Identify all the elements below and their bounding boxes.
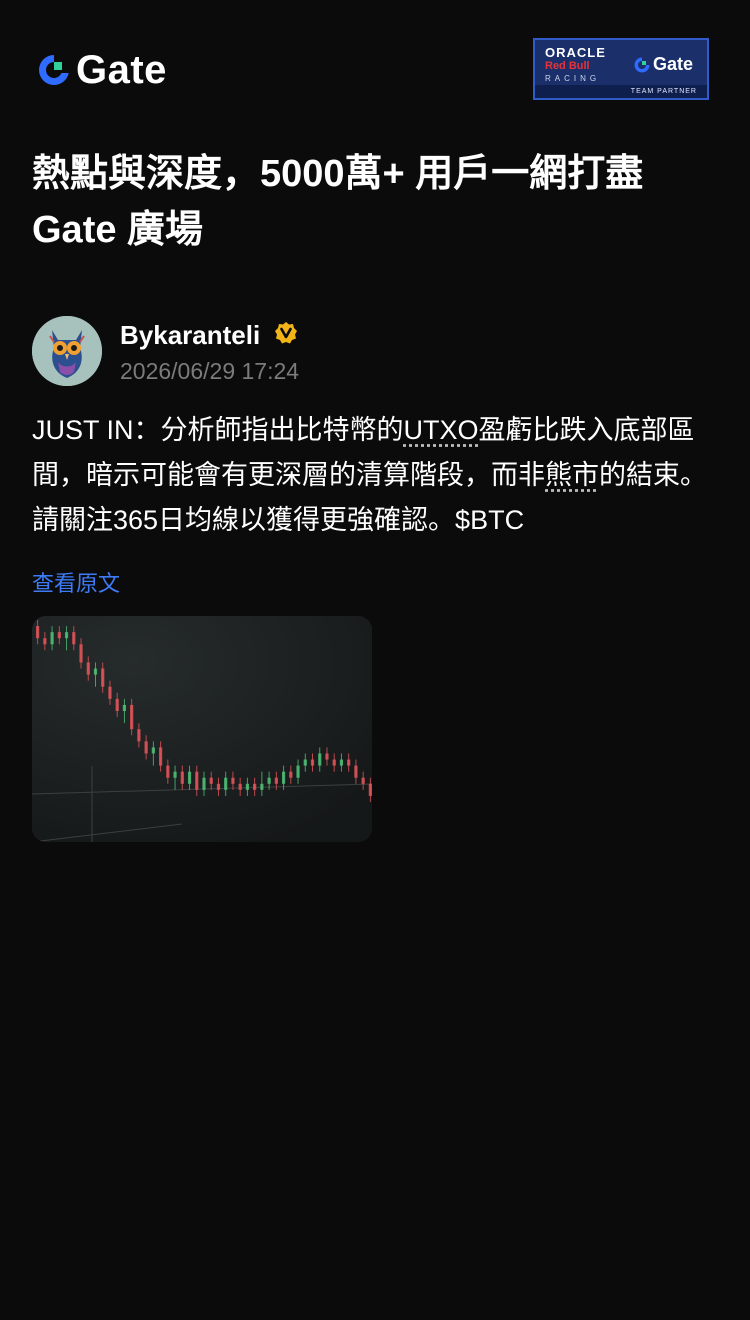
partner-line2: Red Bull [545, 60, 590, 72]
candle-body [253, 783, 257, 790]
headline-line2: Gate 廣場 [32, 209, 204, 251]
candle-body [86, 662, 90, 675]
chart-background [32, 616, 372, 842]
candle-body [202, 777, 206, 790]
page-headline: 熱點與深度，5000萬+ 用戶一網打盡 Gate 廣場 [32, 146, 722, 258]
owl-avatar-icon [32, 316, 102, 386]
partner-brand: Gate [653, 54, 694, 74]
candle-body [122, 704, 127, 711]
header: Gate ORACLE Red Bull RACING Gate TEAM PA… [0, 0, 750, 140]
post-content: JUST IN：分析師指出比特幣的UTXO盈虧比跌入底部區間，暗示可能會有更深層… [32, 408, 724, 543]
gate-mini-icon [634, 57, 650, 72]
partner-footer: TEAM PARTNER [535, 85, 707, 98]
candlestick-chart [32, 616, 372, 842]
candle-body [260, 783, 264, 790]
view-original-link[interactable]: 查看原文 [32, 566, 120, 598]
avatar[interactable] [32, 316, 102, 386]
candle-body [50, 632, 54, 645]
post-image-chart[interactable] [32, 616, 372, 842]
candle-body [166, 765, 170, 778]
candle-body [173, 771, 177, 778]
gate-logo[interactable]: Gate [36, 50, 167, 90]
utxo-term-link[interactable]: UTXO [404, 415, 479, 445]
candle-body [361, 777, 365, 784]
post-text-part1: JUST IN：分析師指出比特幣的 [32, 415, 404, 445]
candle-body [151, 747, 155, 754]
post-author: Bykaranteli 2026/06/29 17:24 [32, 316, 722, 388]
candle-body [158, 747, 163, 766]
partner-gate-logo: Gate [633, 54, 693, 75]
candle-body [43, 638, 47, 645]
candle-body [310, 759, 315, 766]
headline-line1: 熱點與深度，5000萬+ 用戶一網打盡 [32, 153, 644, 195]
candle-body [368, 783, 372, 796]
candle-body [57, 632, 61, 639]
candle-body [303, 759, 307, 766]
candle-body [209, 777, 213, 784]
candle-body [296, 765, 300, 778]
candle-body [216, 783, 221, 790]
candle-body [332, 759, 336, 766]
partner-line1: ORACLE [545, 45, 606, 60]
candle-body [325, 753, 329, 760]
candle-body [79, 644, 83, 663]
candle-body [195, 771, 199, 790]
candle-body [318, 753, 322, 766]
gate-logo-icon [39, 55, 69, 85]
post-timestamp: 2026/06/29 17:24 [120, 358, 300, 384]
candle-body [115, 698, 119, 711]
candle-body [108, 686, 112, 699]
candle-body [72, 632, 76, 645]
candle-body [137, 729, 141, 742]
candle-body [274, 777, 278, 784]
verified-badge-icon [275, 322, 297, 344]
candle-body [180, 771, 184, 784]
candle-body [281, 771, 286, 784]
candle-body [64, 632, 69, 639]
candle-body [130, 704, 134, 730]
partner-line3: RACING [545, 74, 601, 83]
candle-body [144, 741, 148, 754]
candle-body [187, 771, 192, 784]
candle-body [339, 759, 344, 766]
candle-body [231, 777, 235, 784]
candle-body [238, 783, 242, 790]
team-partner-badge: ORACLE Red Bull RACING Gate TEAM PARTNER [533, 38, 709, 100]
candle-body [93, 668, 98, 675]
candle-body [245, 783, 250, 790]
brand-name: Gate [76, 48, 167, 92]
candle-body [36, 626, 40, 639]
candle-body [289, 771, 293, 778]
author-name[interactable]: Bykaranteli [120, 320, 260, 351]
candle-body [267, 777, 271, 784]
bear-market-term-link[interactable]: 熊市 [545, 460, 599, 490]
candle-body [347, 759, 351, 766]
candle-body [354, 765, 358, 778]
candle-body [224, 777, 228, 790]
candle-body [101, 668, 105, 687]
